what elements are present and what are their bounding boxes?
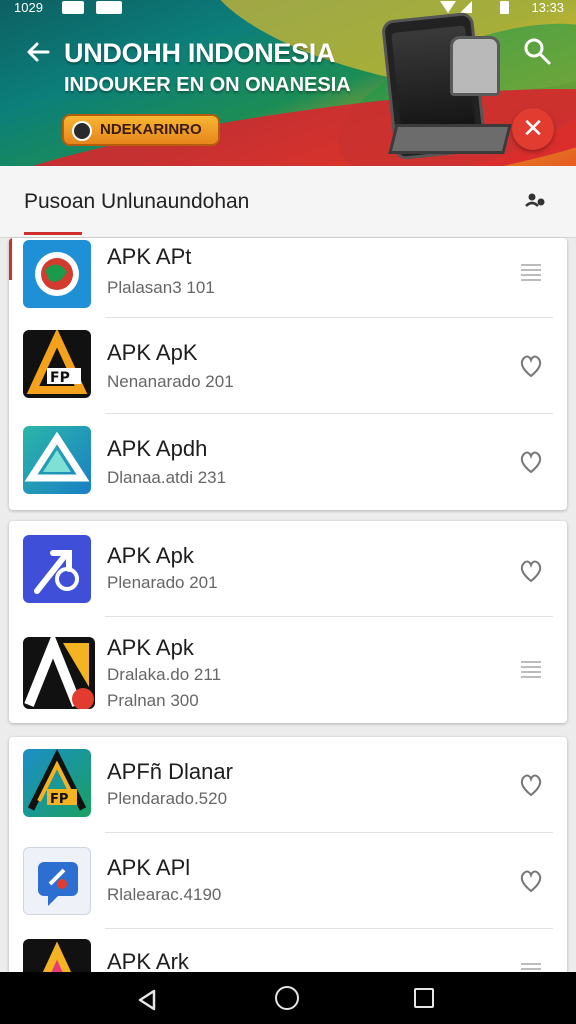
promo-label: NDEKARINRO <box>100 121 202 138</box>
promo-badge-icon <box>72 121 92 141</box>
app-screen: 1029 13:33 UNDOHH INDONESIA INDOUKER EN … <box>0 0 576 1024</box>
heart-icon[interactable] <box>517 448 545 476</box>
apk-globe-icon <box>23 240 91 308</box>
app-meta: Plenarado 201 <box>107 573 218 592</box>
page-title: UNDOHH INDONESIA <box>64 38 336 68</box>
apk-fp-icon: FP <box>23 749 91 817</box>
section-title: Pusoan Unlunaundohan <box>24 190 250 213</box>
battery-icon <box>500 1 509 14</box>
app-meta: Dlanaa.atdi 231 <box>107 468 227 487</box>
close-button[interactable]: ✕ <box>512 108 554 150</box>
list-icon[interactable] <box>517 655 545 683</box>
list-item[interactable]: APK APt Plalasan3 101 <box>9 238 567 318</box>
list-item[interactable]: APK Apdh Dlanaa.atdi 231 <box>9 414 567 510</box>
app-meta: Plendarado.520 <box>107 789 228 808</box>
app-name: APK APl <box>107 855 191 880</box>
heart-icon[interactable] <box>517 771 545 799</box>
tab-indicator <box>24 232 82 235</box>
people-icon[interactable] <box>524 190 548 212</box>
back-arrow-icon[interactable] <box>24 38 52 66</box>
app-meta: Dralaka.do 211 <box>107 665 222 684</box>
app-list-card: APK Apk Plenarado 201 APK Apk Dralaka.do… <box>9 521 567 723</box>
system-nav-bar <box>0 972 576 1024</box>
list-item[interactable]: FP APFñ Dlanar Plendarado.520 <box>9 737 567 833</box>
list-item[interactable]: APK Apk Plenarado 201 <box>9 521 567 617</box>
app-meta: Plalasan3 101 <box>107 278 215 297</box>
apk-triangle-icon <box>23 426 91 494</box>
notification-icon <box>96 1 122 14</box>
signal-icon <box>460 1 472 13</box>
svg-text:FP: FP <box>50 370 70 386</box>
promo-button[interactable]: NDEKARINRO <box>62 114 220 146</box>
app-name: APK APt <box>107 244 192 269</box>
apk-arrow-icon <box>23 535 91 603</box>
nav-back-icon[interactable] <box>136 988 158 1012</box>
robot-illustration <box>450 36 500 96</box>
header-banner: 1029 13:33 UNDOHH INDONESIA INDOUKER EN … <box>0 0 576 166</box>
section-header: Pusoan Unlunaundohan <box>0 166 576 238</box>
apk-chat-icon <box>23 847 91 915</box>
app-name: APK Apdh <box>107 436 208 461</box>
status-bar: 1029 13:33 <box>0 0 576 16</box>
heart-icon[interactable] <box>517 352 545 380</box>
list-item[interactable]: APK APl Rlalearac.4190 <box>9 833 567 929</box>
app-meta: Rlalearac.4190 <box>107 885 222 904</box>
page-subtitle: INDOUKER EN ON ONANESIA <box>64 74 351 96</box>
list-item[interactable]: FP APK ApK Nenanarado 201 <box>9 318 567 414</box>
app-name: APFñ Dlanar <box>107 759 233 784</box>
app-name: APK Apk <box>107 543 194 568</box>
pedestal-illustration <box>388 124 512 154</box>
list-item[interactable]: APK Ark <box>9 929 567 977</box>
list-icon[interactable] <box>517 258 545 286</box>
svg-text:FP: FP <box>50 792 68 807</box>
app-meta: Nenanarado 201 <box>107 372 234 391</box>
notification-icon <box>62 1 84 14</box>
status-time-right: 13:33 <box>531 0 564 15</box>
app-list-card: FP APFñ Dlanar Plendarado.520 APK APl Rl… <box>9 737 567 977</box>
apk-letter-a-icon: FP <box>23 330 91 398</box>
app-meta-secondary: Pralnan 300 <box>107 691 199 710</box>
nav-home-icon[interactable] <box>275 986 299 1010</box>
search-icon[interactable] <box>522 36 552 66</box>
heart-icon[interactable] <box>517 557 545 585</box>
wifi-icon <box>440 1 456 13</box>
app-name: APK Apk <box>107 635 194 660</box>
heart-icon[interactable] <box>517 867 545 895</box>
list-item[interactable]: APK Apk Dralaka.do 211 Pralnan 300 <box>9 617 567 723</box>
apk-letter-a-badge-icon <box>23 637 95 709</box>
nav-recents-icon[interactable] <box>414 988 434 1008</box>
app-list-card: APK APt Plalasan3 101 FP APK ApK Nenanar… <box>9 238 567 510</box>
app-name: APK ApK <box>107 340 198 365</box>
status-time-left: 1029 <box>14 0 43 15</box>
